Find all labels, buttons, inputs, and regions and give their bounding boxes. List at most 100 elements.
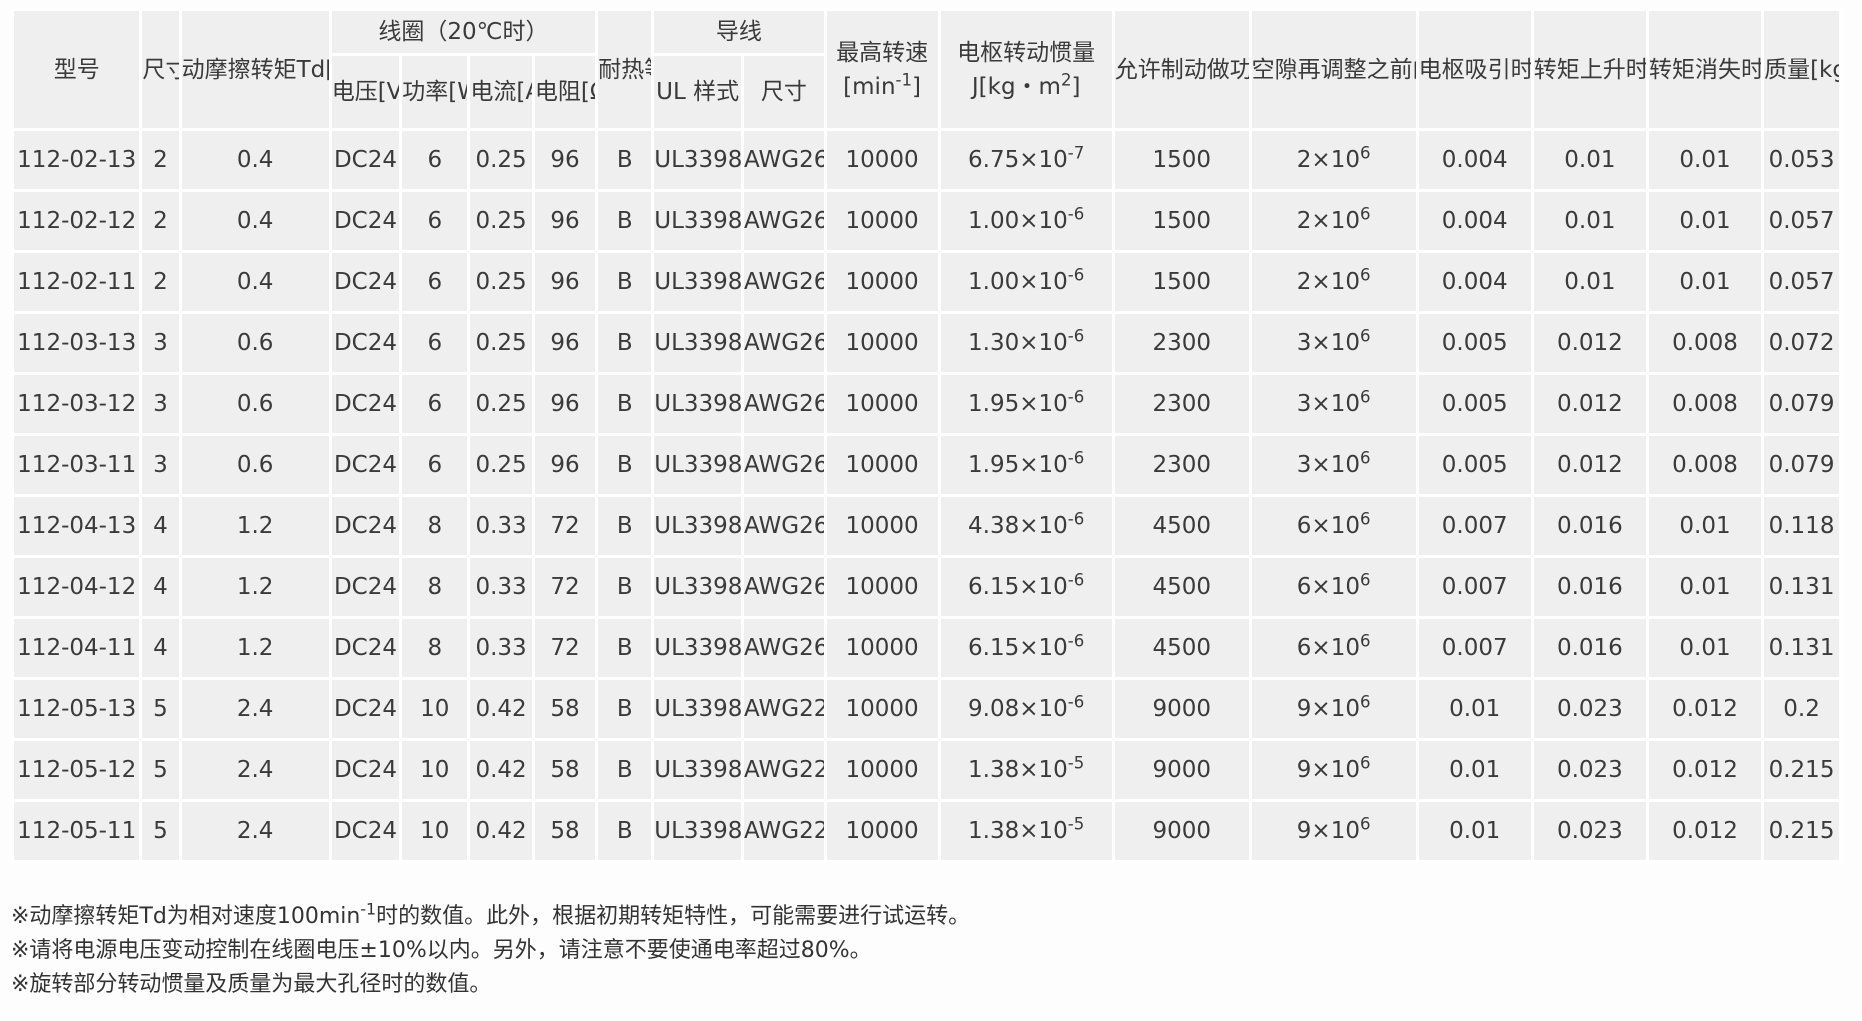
- cell-ul-style: UL3398: [654, 619, 742, 677]
- cell-torque: 0.4: [181, 131, 329, 189]
- cell-tp: 0.01: [1533, 131, 1646, 189]
- cell-heat-class: B: [598, 314, 652, 372]
- note-inertia: ※旋转部分转动惯量及质量为最大孔径时的数值。: [11, 972, 492, 997]
- cell-size: 2: [142, 253, 179, 311]
- cell-inertia: 9.08×10-6: [940, 680, 1112, 738]
- cell-eball: 9000: [1114, 680, 1249, 738]
- header-lead-group: 导线: [654, 11, 824, 53]
- cell-mass: 0.131: [1764, 558, 1839, 616]
- cell-resistance: 72: [534, 619, 596, 677]
- cell-torque: 2.4: [181, 802, 329, 860]
- cell-mass: 0.057: [1764, 253, 1839, 311]
- table-row: 112-02-12 2 0.4 DC24 6 0.25 96 B UL3398 AWG26 1000…: [14, 192, 1839, 250]
- cell-eball: 1500: [1114, 253, 1249, 311]
- cell-td: 0.012: [1648, 680, 1762, 738]
- cell-size: 5: [142, 741, 179, 799]
- cell-inertia: 1.30×10-6: [940, 314, 1112, 372]
- header-max-speed-unit: [min-1]: [843, 69, 922, 100]
- cell-lead-size: AWG26: [744, 131, 824, 189]
- header-mass: 质量[kg]: [1764, 11, 1839, 128]
- header-power: 功率[W]: [402, 56, 468, 128]
- cell-inertia: 6.15×10-6: [940, 619, 1112, 677]
- cell-model: 112-03-11: [14, 436, 140, 494]
- cell-td: 0.01: [1648, 619, 1762, 677]
- cell-ta: 0.004: [1418, 131, 1531, 189]
- cell-td: 0.01: [1648, 192, 1762, 250]
- cell-model: 112-05-11: [14, 802, 140, 860]
- cell-eball: 9000: [1114, 802, 1249, 860]
- table-row: 112-02-13 2 0.4 DC24 6 0.25 96 B UL3398 AWG26 1000…: [14, 131, 1839, 189]
- cell-td: 0.01: [1648, 558, 1762, 616]
- cell-current: 0.25: [470, 253, 532, 311]
- cell-power: 6: [402, 192, 468, 250]
- cell-lead-size: AWG26: [744, 558, 824, 616]
- table-row: 112-02-11 2 0.4 DC24 6 0.25 96 B UL3398 AWG26 1000…: [14, 253, 1839, 311]
- cell-mass: 0.072: [1764, 314, 1839, 372]
- header-current: 电流[A]: [470, 56, 532, 128]
- cell-voltage: DC24: [331, 314, 400, 372]
- cell-power: 6: [402, 131, 468, 189]
- cell-size: 2: [142, 192, 179, 250]
- table-body: 112-02-13 2 0.4 DC24 6 0.25 96 B UL3398 AWG26 1000…: [14, 131, 1839, 860]
- cell-mass: 0.2: [1764, 680, 1839, 738]
- cell-ta: 0.007: [1418, 558, 1531, 616]
- cell-model: 112-02-12: [14, 192, 140, 250]
- cell-torque: 0.6: [181, 375, 329, 433]
- cell-tp: 0.012: [1533, 375, 1646, 433]
- cell-max-speed: 10000: [826, 192, 938, 250]
- cell-current: 0.25: [470, 131, 532, 189]
- cell-voltage: DC24: [331, 192, 400, 250]
- cell-current: 0.42: [470, 802, 532, 860]
- cell-resistance: 72: [534, 497, 596, 555]
- cell-eball: 4500: [1114, 558, 1249, 616]
- cell-heat-class: B: [598, 131, 652, 189]
- cell-eball: 4500: [1114, 619, 1249, 677]
- cell-lead-size: AWG22: [744, 680, 824, 738]
- table-row: 112-03-11 3 0.6 DC24 6 0.25 96 B UL3398 AWG26 1000…: [14, 436, 1839, 494]
- cell-size: 2: [142, 131, 179, 189]
- cell-mass: 0.215: [1764, 741, 1839, 799]
- cell-tp: 0.016: [1533, 497, 1646, 555]
- header-size: 尺寸: [142, 11, 179, 128]
- cell-current: 0.33: [470, 497, 532, 555]
- cell-max-speed: 10000: [826, 253, 938, 311]
- cell-mass: 0.131: [1764, 619, 1839, 677]
- cell-resistance: 96: [534, 436, 596, 494]
- cell-eball: 2300: [1114, 314, 1249, 372]
- cell-model: 112-04-11: [14, 619, 140, 677]
- cell-size: 5: [142, 680, 179, 738]
- header-max-speed-label: 最高转速: [836, 39, 929, 66]
- cell-resistance: 72: [534, 558, 596, 616]
- cell-max-speed: 10000: [826, 802, 938, 860]
- cell-size: 5: [142, 802, 179, 860]
- cell-ta: 0.01: [1418, 680, 1531, 738]
- cell-ul-style: UL3398: [654, 558, 742, 616]
- cell-current: 0.33: [470, 558, 532, 616]
- cell-resistance: 96: [534, 375, 596, 433]
- cell-resistance: 96: [534, 314, 596, 372]
- cell-max-speed: 10000: [826, 619, 938, 677]
- cell-torque: 1.2: [181, 619, 329, 677]
- cell-torque: 2.4: [181, 680, 329, 738]
- cell-torque: 0.4: [181, 253, 329, 311]
- cell-et: 2×106: [1251, 253, 1416, 311]
- cell-tp: 0.01: [1533, 192, 1646, 250]
- cell-td: 0.008: [1648, 436, 1762, 494]
- cell-et: 6×106: [1251, 497, 1416, 555]
- cell-ul-style: UL3398: [654, 375, 742, 433]
- cell-ul-style: UL3398: [654, 680, 742, 738]
- cell-current: 0.42: [470, 741, 532, 799]
- cell-et: 3×106: [1251, 375, 1416, 433]
- cell-ta: 0.01: [1418, 741, 1531, 799]
- cell-size: 3: [142, 375, 179, 433]
- header-eball: 允许制动做功Ebal[J]: [1114, 11, 1249, 128]
- notes: ※动摩擦转矩Td为相对速度100min-1时的数值。此外，根据初期转矩特性，可能…: [11, 900, 970, 1002]
- cell-model: 112-05-12: [14, 741, 140, 799]
- table-row: 112-04-11 4 1.2 DC24 8 0.33 72 B UL3398 AWG26 1000…: [14, 619, 1839, 677]
- cell-power: 10: [402, 741, 468, 799]
- table-row: 112-05-12 5 2.4 DC24 10 0.42 58 B UL3398 AWG22 100…: [14, 741, 1839, 799]
- cell-torque: 1.2: [181, 558, 329, 616]
- cell-ul-style: UL3398: [654, 741, 742, 799]
- cell-voltage: DC24: [331, 741, 400, 799]
- cell-lead-size: AWG26: [744, 192, 824, 250]
